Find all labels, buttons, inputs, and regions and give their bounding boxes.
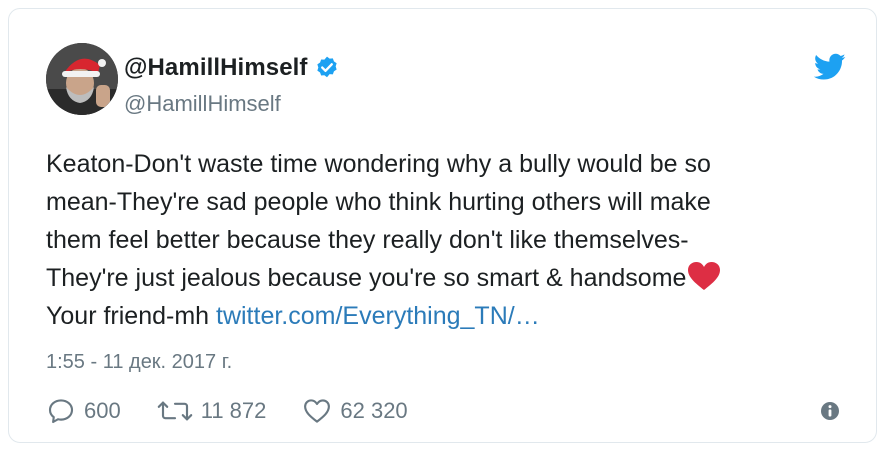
tweet-text-line: mean-They're sad people who think hurtin… <box>46 188 711 216</box>
tweet-timestamp[interactable]: 1:55 - 11 дек. 2017 г. <box>46 351 232 374</box>
avatar[interactable] <box>46 43 118 115</box>
info-icon[interactable] <box>820 401 840 421</box>
retweet-button[interactable]: 11 872 <box>157 396 267 426</box>
like-button[interactable]: 62 320 <box>302 396 408 426</box>
tweet-text-segment: Your friend-mh <box>46 302 216 330</box>
verified-badge-icon <box>314 55 340 81</box>
reply-count: 600 <box>84 398 121 423</box>
author-name-row[interactable]: @HamillHimself <box>124 51 340 85</box>
heart-icon <box>304 399 331 423</box>
like-count: 62 320 <box>340 398 408 423</box>
display-name[interactable]: @HamillHimself <box>124 54 308 82</box>
user-handle[interactable]: @HamillHimself <box>124 91 281 117</box>
red-heart-emoji <box>687 261 721 291</box>
tweet-text: Keaton-Don't waste time wondering why a … <box>46 145 846 335</box>
twitter-bird-icon[interactable] <box>813 53 846 81</box>
reply-button[interactable]: 600 <box>46 396 121 426</box>
tweet-text-line: Your friend-mh twitter.com/Everything_TN… <box>46 297 846 335</box>
tweet-link[interactable]: twitter.com/Everything_TN/… <box>216 302 540 330</box>
tweet-text-line: They're just jealous because you're so s… <box>46 259 846 297</box>
tweet-text-line: Keaton-Don't waste time wondering why a … <box>46 150 711 178</box>
tweet-text-segment: They're just jealous because you're so s… <box>46 264 687 292</box>
tweet-actions: 600 11 872 62 320 <box>46 394 444 428</box>
tweet-text-line: them feel better because they really don… <box>46 226 689 254</box>
retweet-icon <box>157 401 192 421</box>
reply-icon <box>48 399 74 424</box>
tweet-card: @HamillHimself @HamillHimself Keaton-Don… <box>8 8 877 443</box>
retweet-count: 11 872 <box>200 398 267 423</box>
